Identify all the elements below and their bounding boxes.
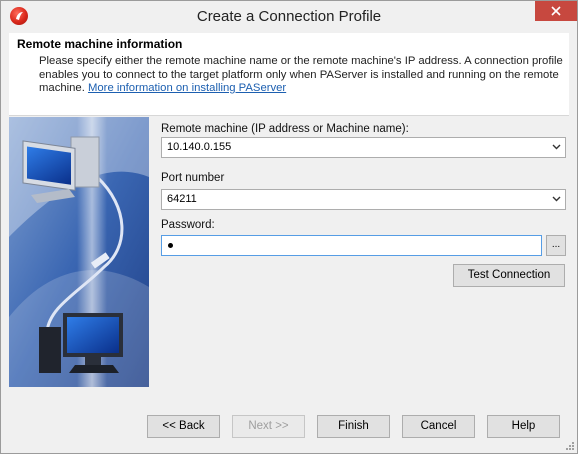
- cancel-button[interactable]: Cancel: [402, 415, 475, 438]
- port-number-combobox[interactable]: 64211: [161, 189, 566, 210]
- port-number-value: 64211: [167, 193, 197, 205]
- paserver-info-link[interactable]: More information on installing PAServer: [88, 82, 286, 94]
- help-button[interactable]: Help: [487, 415, 560, 438]
- header-description: Please specify either the remote machine…: [39, 55, 564, 96]
- finish-button[interactable]: Finish: [317, 415, 390, 438]
- title-bar[interactable]: Create a Connection Profile: [1, 1, 577, 33]
- chevron-down-icon: [552, 196, 561, 202]
- resize-grip-icon[interactable]: [565, 441, 575, 451]
- password-field[interactable]: [161, 235, 542, 256]
- port-number-label: Port number: [161, 172, 225, 184]
- remote-machine-label: Remote machine (IP address or Machine na…: [161, 123, 409, 135]
- side-illustration: [9, 117, 149, 387]
- remote-machine-value: 10.140.0.155: [167, 141, 232, 153]
- password-label: Password:: [161, 219, 215, 231]
- close-button[interactable]: [535, 1, 577, 21]
- window-title: Create a Connection Profile: [196, 8, 382, 25]
- chevron-down-icon: [552, 144, 561, 150]
- header-panel: Remote machine information Please specif…: [9, 33, 569, 116]
- next-button: Next >>: [232, 415, 305, 438]
- browse-password-button[interactable]: ...: [546, 235, 566, 256]
- header-title: Remote machine information: [17, 37, 183, 51]
- dialog-window: Create a Connection Profile Remote machi…: [0, 0, 578, 454]
- password-mask: [168, 243, 173, 248]
- remote-machine-combobox[interactable]: 10.140.0.155: [161, 137, 566, 158]
- back-button[interactable]: << Back: [147, 415, 220, 438]
- close-icon: [551, 6, 561, 16]
- test-connection-button[interactable]: Test Connection: [453, 264, 565, 287]
